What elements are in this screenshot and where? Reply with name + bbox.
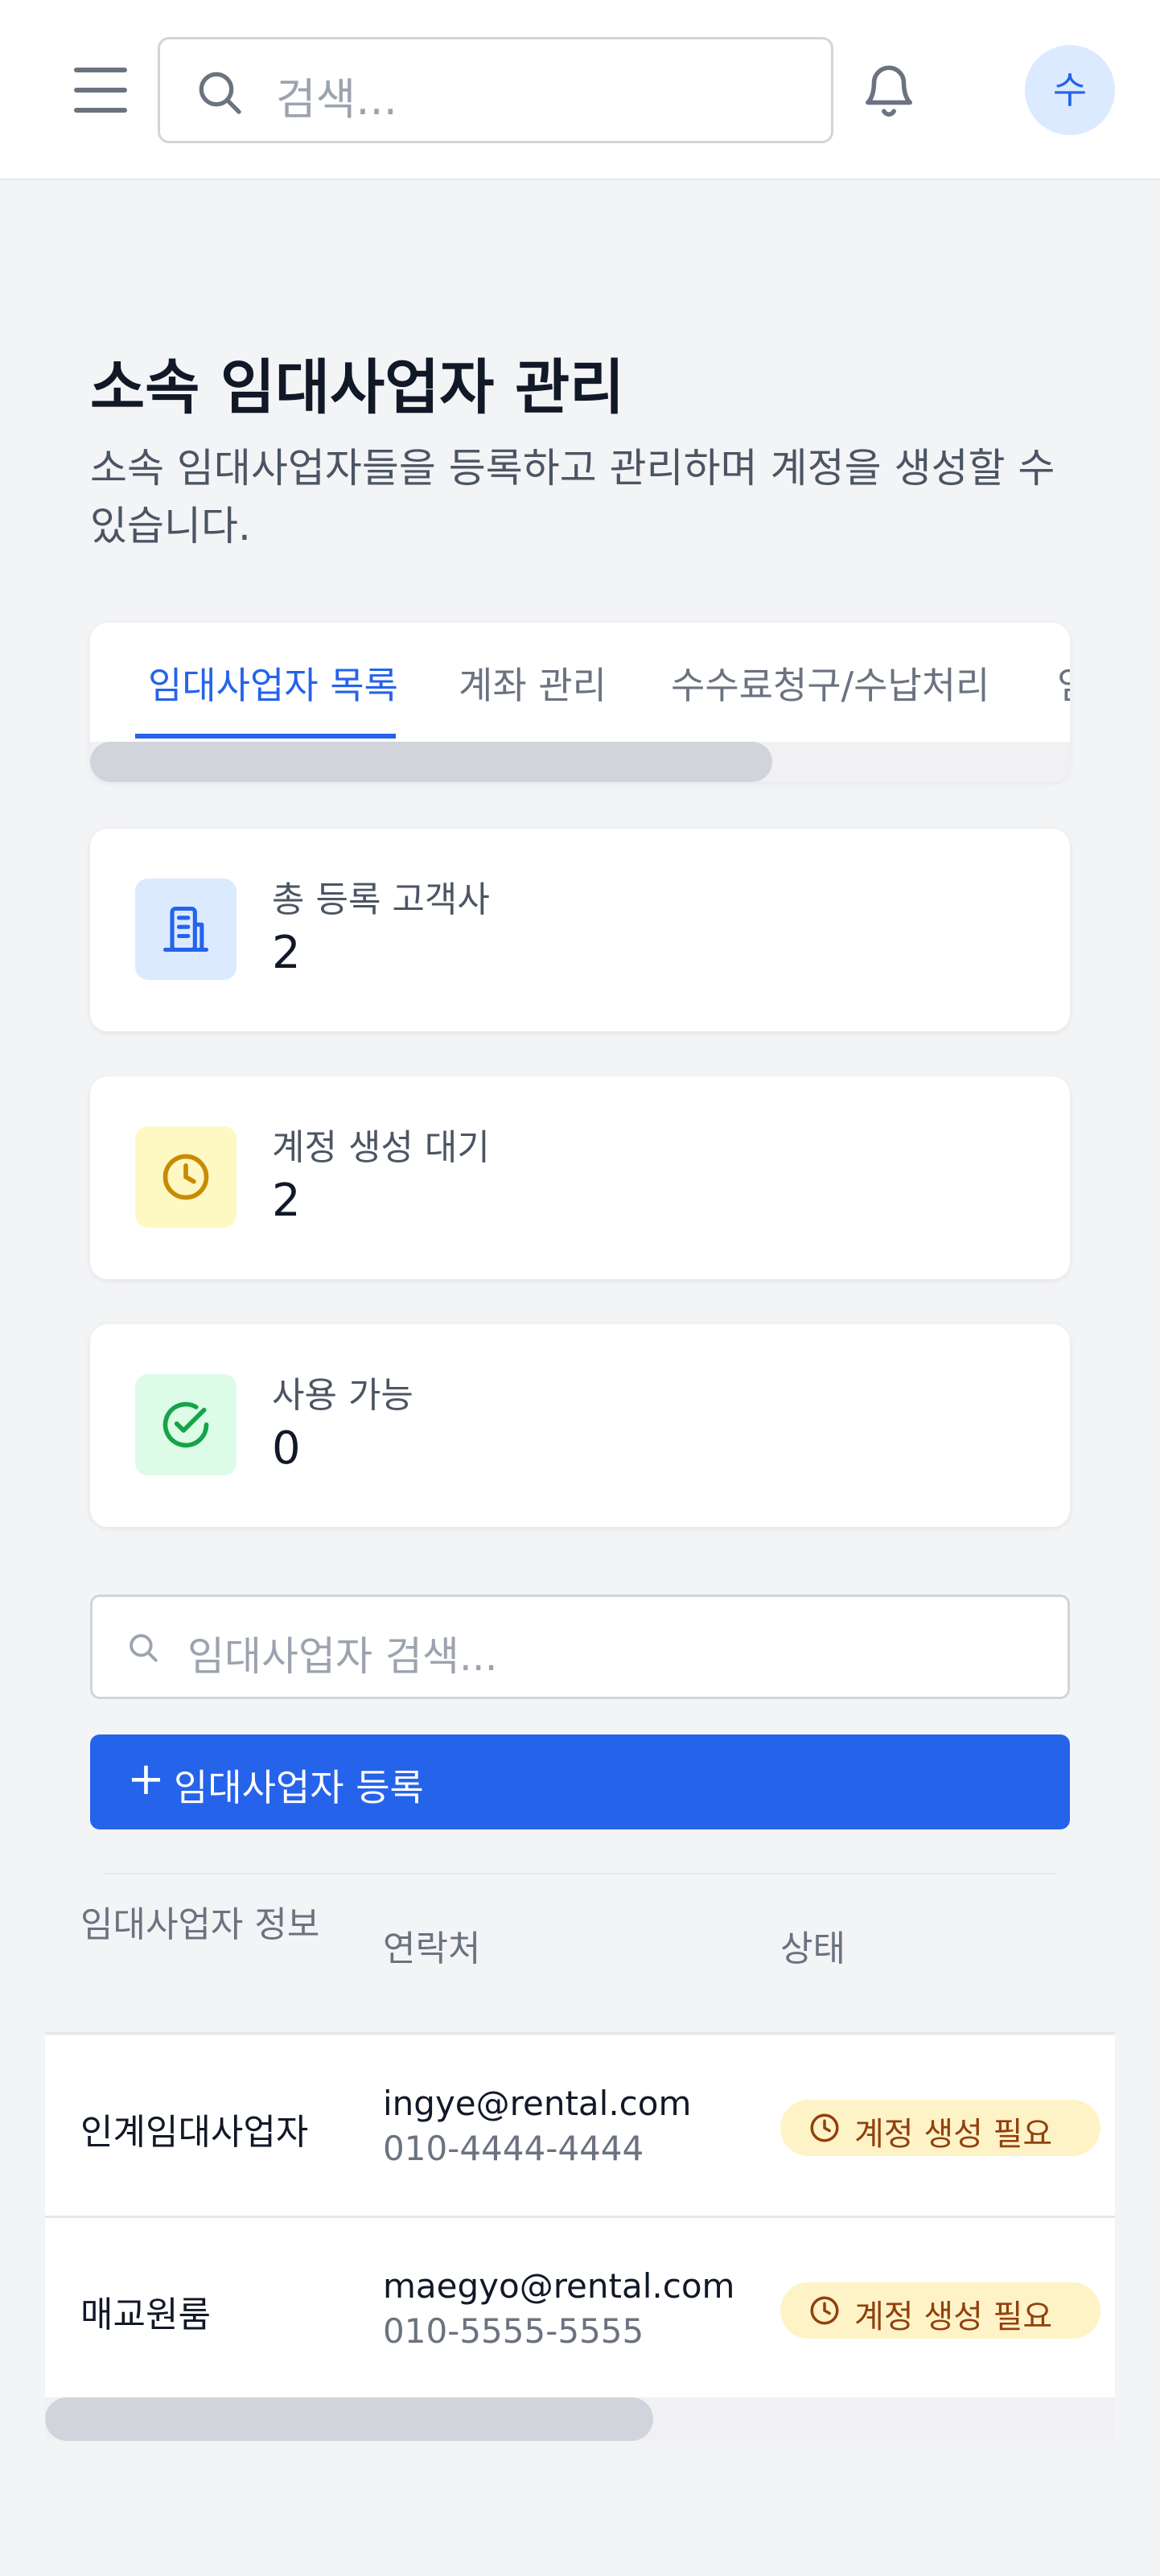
active-tab-indicator bbox=[135, 734, 396, 739]
top-bar: 검색... 수 bbox=[0, 0, 1160, 180]
lessor-phone: 010-5555-5555 bbox=[383, 2311, 644, 2351]
tab-overflow[interactable]: 임 bbox=[1057, 656, 1070, 710]
tab-scrollbar-thumb[interactable] bbox=[90, 742, 772, 782]
search-icon bbox=[130, 1634, 158, 1662]
stat-card-total-clients: 총 등록 고객사 2 bbox=[90, 829, 1070, 1031]
stat-label: 계정 생성 대기 bbox=[272, 1127, 490, 1168]
status-text: 계정 생성 필요 bbox=[854, 2116, 1053, 2153]
building-icon bbox=[135, 879, 237, 980]
stat-label: 총 등록 고객사 bbox=[272, 879, 490, 920]
stat-value: 2 bbox=[272, 927, 301, 979]
plus-icon: + bbox=[127, 1753, 165, 1805]
global-search-input[interactable]: 검색... bbox=[158, 37, 833, 143]
lessor-name: 인계임대사업자 bbox=[80, 2112, 309, 2153]
tab-bar: 임대사업자 목록 계좌 관리 수수료청구/수납처리 임 bbox=[90, 623, 1070, 782]
register-lessor-label: 임대사업자 등록 bbox=[174, 1766, 424, 1809]
table-scrollbar-thumb[interactable] bbox=[45, 2397, 653, 2441]
search-icon bbox=[199, 72, 241, 114]
tab-lessor-list[interactable]: 임대사업자 목록 bbox=[148, 656, 398, 710]
stat-value: 0 bbox=[272, 1422, 301, 1475]
page-title: 소속 임대사업자 관리 bbox=[90, 353, 625, 422]
column-header-contact: 연락처 bbox=[383, 1928, 481, 1969]
status-text: 계정 생성 필요 bbox=[854, 2298, 1053, 2335]
global-search-placeholder: 검색... bbox=[276, 74, 397, 125]
table-row[interactable]: 인계임대사업자 ingye@rental.com 010-4444-4444 계… bbox=[45, 2035, 1115, 2217]
tab-account-management[interactable]: 계좌 관리 bbox=[459, 656, 607, 710]
page-description: 소속 임대사업자들을 등록하고 관리하며 계정을 생성할 수 있습니다. bbox=[90, 445, 1055, 549]
register-lessor-button[interactable]: + 임대사업자 등록 bbox=[90, 1734, 1070, 1829]
row-divider bbox=[45, 2032, 1115, 2035]
lessor-search-input[interactable]: 임대사업자 검색... bbox=[90, 1595, 1070, 1699]
lessor-email: ingye@rental.com bbox=[383, 2084, 692, 2123]
bell-icon[interactable] bbox=[859, 56, 919, 124]
clock-icon bbox=[810, 2113, 839, 2142]
clock-icon bbox=[135, 1126, 237, 1228]
lessor-name: 매교원룸 bbox=[80, 2294, 211, 2335]
status-badge: 계정 생성 필요 bbox=[780, 2282, 1100, 2339]
avatar[interactable]: 수 bbox=[1025, 45, 1115, 135]
stat-value: 2 bbox=[272, 1175, 301, 1227]
status-badge: 계정 생성 필요 bbox=[780, 2100, 1100, 2156]
stat-label: 사용 가능 bbox=[272, 1375, 413, 1416]
tab-fee-billing[interactable]: 수수료청구/수납처리 bbox=[671, 656, 989, 710]
stat-card-pending-accounts: 계정 생성 대기 2 bbox=[90, 1076, 1070, 1279]
column-header-status: 상태 bbox=[780, 1928, 845, 1969]
divider bbox=[105, 1873, 1055, 1874]
column-header-info: 임대사업자 정보 bbox=[80, 1904, 320, 1945]
stat-card-available: 사용 가능 0 bbox=[90, 1324, 1070, 1527]
table-row[interactable]: 매교원룸 maegyo@rental.com 010-5555-5555 계정 … bbox=[45, 2218, 1115, 2400]
lessor-phone: 010-4444-4444 bbox=[383, 2129, 644, 2168]
lessor-email: maegyo@rental.com bbox=[383, 2266, 735, 2306]
clock-icon bbox=[810, 2296, 839, 2325]
check-circle-icon bbox=[135, 1374, 237, 1475]
lessor-search-placeholder: 임대사업자 검색... bbox=[187, 1633, 498, 1680]
menu-icon[interactable] bbox=[74, 68, 127, 113]
